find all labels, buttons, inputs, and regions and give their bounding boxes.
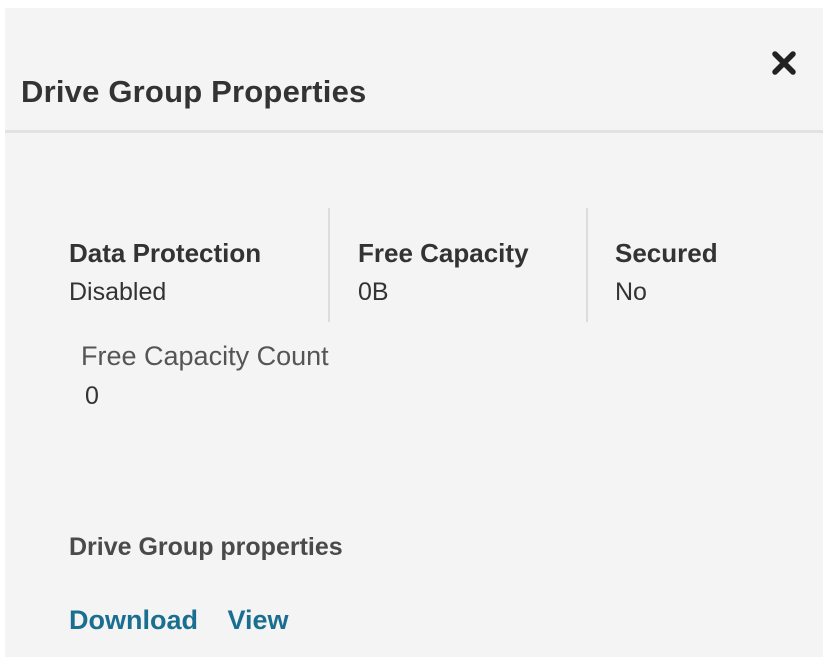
properties-links: Download View bbox=[69, 605, 311, 636]
close-icon[interactable] bbox=[767, 46, 801, 80]
divider bbox=[586, 208, 588, 322]
stat-label: Secured bbox=[615, 238, 718, 268]
panel-title: Drive Group Properties bbox=[21, 74, 367, 109]
properties-section-title: Drive Group properties bbox=[69, 533, 343, 561]
divider bbox=[328, 208, 330, 322]
panel-header: Drive Group Properties bbox=[5, 8, 823, 133]
free-capacity-count-label: Free Capacity Count bbox=[81, 341, 329, 371]
stat-value: 0B bbox=[358, 278, 389, 306]
download-link[interactable]: Download bbox=[69, 605, 198, 635]
view-link[interactable]: View bbox=[228, 605, 289, 635]
stat-label: Data Protection bbox=[69, 238, 262, 268]
free-capacity-count-value: 0 bbox=[85, 382, 99, 410]
stat-value: No bbox=[615, 278, 647, 306]
drive-group-properties-panel: Drive Group Properties Data Protection D… bbox=[5, 8, 823, 657]
stat-label: Free Capacity bbox=[358, 238, 529, 268]
stat-value: Disabled bbox=[69, 278, 167, 306]
